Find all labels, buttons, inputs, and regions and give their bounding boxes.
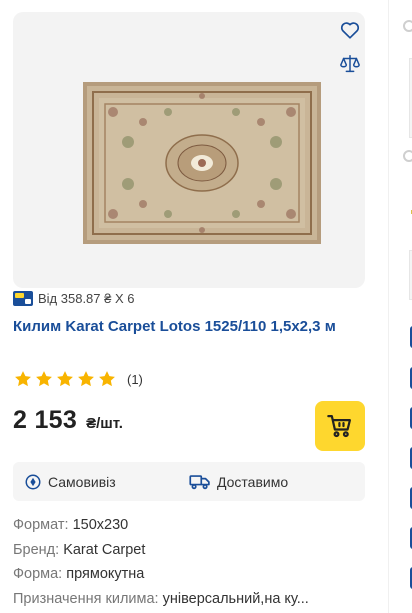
spec-key: Формат: (13, 517, 69, 533)
price-unit: ₴/шт. (86, 415, 123, 432)
delivery-options: Самовивіз Доставимо (13, 462, 365, 501)
next-product-card[interactable] (388, 0, 412, 613)
installment-badge-icon (13, 290, 33, 306)
rating[interactable]: (1) (13, 369, 143, 389)
spec-purpose: Призначення килима: універсальний,на ку.… (13, 587, 365, 612)
favorite-button[interactable] (336, 16, 364, 44)
spec-value: 150x230 (72, 517, 129, 533)
product-image-container[interactable] (13, 12, 365, 288)
spec-key: Бренд: (13, 541, 60, 558)
star-icon (78, 371, 94, 387)
heart-icon (340, 22, 360, 39)
star-icon (15, 371, 31, 387)
star-icon (57, 371, 73, 387)
pickup-option[interactable]: Самовивіз (24, 473, 116, 491)
product-title[interactable]: Килим Karat Carpet Lotos 1525/110 1,5x2,… (13, 318, 375, 335)
pickup-label: Самовивіз (48, 473, 116, 490)
spec-key: Форма: (13, 566, 63, 582)
spec-brand: Бренд: Karat Carpet (13, 538, 365, 563)
promo-text: Від 358.87 ₴ X 6 (38, 290, 135, 306)
product-specs: Формат: 150x230 Бренд: Karat Carpet Форм… (13, 513, 365, 611)
cart-icon (327, 414, 352, 438)
product-image[interactable] (83, 82, 321, 244)
price: 2 153 ₴/шт. (13, 406, 123, 435)
rating-count: (1) (127, 371, 143, 387)
star-icon (36, 371, 52, 387)
location-pin-icon (25, 474, 41, 489)
rating-stars (13, 369, 117, 389)
compare-button[interactable] (336, 50, 364, 78)
spec-value: Karat Carpet (63, 541, 146, 558)
truck-icon (189, 474, 210, 489)
shipping-option[interactable]: Доставимо (189, 473, 288, 491)
toggle-switch[interactable] (403, 150, 412, 162)
spec-value: прямокутна (66, 566, 145, 582)
scales-icon (340, 55, 360, 73)
spec-key: Призначення килима: (13, 590, 159, 607)
product-card: Від 358.87 ₴ X 6 Килим Karat Carpet Loto… (0, 0, 380, 613)
price-amount: 2 153 (13, 406, 78, 434)
star-icon (99, 371, 115, 387)
shipping-label: Доставимо (217, 473, 289, 490)
add-to-cart-button[interactable] (315, 401, 365, 451)
spec-shape: Форма: прямокутна (13, 562, 365, 587)
spec-value: універсальний,на ку... (162, 590, 309, 607)
spec-format: Формат: 150x230 (13, 513, 365, 538)
toggle-switch[interactable] (403, 20, 412, 32)
installment-promo: Від 358.87 ₴ X 6 (13, 289, 134, 307)
